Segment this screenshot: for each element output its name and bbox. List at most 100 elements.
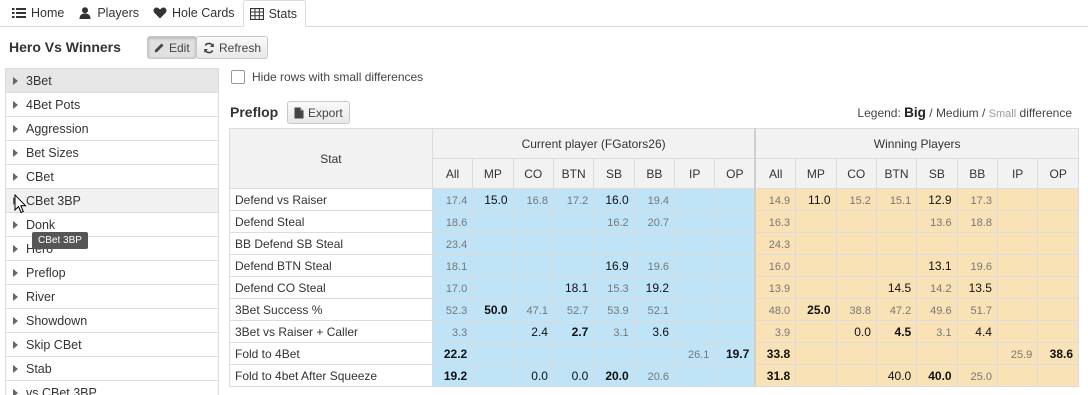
current-column-header-op[interactable]: OP: [714, 158, 756, 189]
sidebar-item-skip-cbet[interactable]: Skip CBet: [6, 333, 218, 357]
current-player-cell: [472, 364, 514, 387]
sidebar-item-aggression[interactable]: Aggression: [6, 117, 218, 141]
current-player-cell: [512, 210, 554, 233]
tab-players[interactable]: Players: [72, 0, 147, 26]
sidebar-item-showdown[interactable]: Showdown: [6, 309, 218, 333]
expand-caret-icon: [13, 124, 18, 133]
stat-name-cell: Fold to 4bet After Squeeze: [229, 364, 433, 387]
stat-value: 0.0: [571, 368, 589, 383]
winning-players-cell: [996, 232, 1039, 255]
current-player-cell: 2.7: [552, 320, 595, 343]
tab-stats[interactable]: Stats: [242, 0, 307, 27]
current-player-cell: [593, 232, 635, 255]
tab-home[interactable]: Home: [6, 0, 72, 26]
stat-value: 47.2: [889, 304, 912, 317]
stat-value: 40.0: [887, 368, 912, 383]
winning-players-cell: [1037, 320, 1079, 343]
stat-value: 49.6: [930, 304, 952, 317]
export-button[interactable]: Export: [287, 101, 350, 124]
winning-players-cell: [996, 364, 1039, 387]
winning-players-cell: 47.2: [875, 298, 918, 321]
sidebar-item-bet-sizes[interactable]: Bet Sizes: [6, 141, 218, 165]
winning-players-cell: 40.0: [875, 364, 918, 387]
current-player-cell: [552, 254, 595, 277]
stat-value: 3.3: [451, 326, 468, 339]
current-player-cell: [552, 232, 595, 255]
stats-table-body: Defend vs Raiser 17.4 15.0 16.8 17.2 16.0 19.4…: [229, 188, 1079, 387]
winning-column-header-ip[interactable]: IP: [996, 158, 1039, 189]
stat-value: 0.0: [531, 368, 548, 383]
winning-players-cell: [795, 342, 837, 365]
winning-column-header-btn[interactable]: BTN: [875, 158, 918, 189]
sidebar-item-stab[interactable]: Stab: [6, 357, 218, 381]
hide-small-diff-checkbox[interactable]: [231, 70, 245, 84]
table-row: 3Bet vs Raiser + Caller 3.3 2.4 2.7 3.1 3.6 3.…: [229, 320, 1079, 343]
sidebar-item-vs-cbet-3bp[interactable]: vs CBet 3BP: [6, 381, 218, 395]
refresh-icon: [204, 42, 214, 53]
sidebar-item-label: River: [26, 289, 56, 304]
winning-players-cell: [795, 320, 837, 343]
sidebar-item-3bet[interactable]: 3Bet: [6, 69, 218, 93]
current-column-header-mp[interactable]: MP: [472, 158, 514, 189]
winning-column-header-sb[interactable]: SB: [916, 158, 958, 189]
refresh-button[interactable]: Refresh: [196, 36, 269, 59]
stat-value: 19.2: [645, 280, 670, 295]
winning-column-header-bb[interactable]: BB: [956, 158, 998, 189]
winning-players-cell: [835, 232, 877, 255]
list-icon: [12, 8, 26, 18]
current-player-cell: [674, 364, 716, 387]
winning-column-header-op[interactable]: OP: [1037, 158, 1079, 189]
current-column-header-all[interactable]: All: [431, 158, 474, 189]
stat-value: 33.8: [766, 346, 791, 361]
winning-players-cell: 25.0: [795, 298, 837, 321]
winning-column-header-co[interactable]: CO: [835, 158, 877, 189]
stat-value: 17.3: [970, 194, 992, 207]
winning-players-cell: 38.8: [835, 298, 877, 321]
table-row: Defend BTN Steal 18.1 16.9 19.6 16.0 13.1 19.6: [229, 254, 1079, 277]
winning-players-cell: 33.8: [754, 342, 797, 365]
sidebar-item-preflop[interactable]: Preflop: [6, 261, 218, 285]
stat-name-cell: BB Defend SB Steal: [229, 232, 433, 255]
current-player-cell: [714, 298, 756, 321]
winning-column-header-mp[interactable]: MP: [795, 158, 837, 189]
winning-players-cell: [916, 232, 958, 255]
pencil-icon: [154, 43, 164, 53]
current-player-cell: [674, 188, 716, 211]
winning-players-cell: [875, 210, 918, 233]
current-column-header-bb[interactable]: BB: [633, 158, 676, 189]
current-column-header-ip[interactable]: IP: [674, 158, 716, 189]
stat-value: 40.0: [928, 368, 952, 383]
winning-players-cell: [875, 232, 918, 255]
winning-column-header-all[interactable]: All: [754, 158, 797, 189]
stat-value: 25.0: [970, 370, 992, 383]
winning-players-cell: 3.9: [754, 320, 797, 343]
edit-button[interactable]: Edit: [147, 36, 197, 59]
current-column-header-co[interactable]: CO: [512, 158, 554, 189]
current-player-cell: 16.0: [593, 188, 635, 211]
sidebar-item-cbet[interactable]: CBet: [6, 165, 218, 189]
stat-name-cell: Defend CO Steal: [229, 276, 433, 299]
legend-small: Small: [988, 108, 1017, 120]
table-icon: [249, 7, 264, 20]
sidebar-item-river[interactable]: River: [6, 285, 218, 309]
heart-icon: [153, 7, 167, 19]
expand-caret-icon: [13, 76, 18, 85]
sidebar-item-4bet-pots[interactable]: 4Bet Pots: [6, 93, 218, 117]
current-player-cell: [472, 320, 514, 343]
current-player-cell: [552, 210, 595, 233]
hide-small-diff-toggle[interactable]: Hide rows with small differences: [231, 70, 423, 84]
export-button-label: Export: [308, 105, 343, 120]
current-player-cell: 20.7: [633, 210, 676, 233]
tooltip: CBet 3BP: [32, 232, 88, 249]
current-column-header-sb[interactable]: SB: [593, 158, 635, 189]
tab-hole-cards[interactable]: Hole Cards: [147, 0, 243, 26]
stat-value: 4.4: [975, 324, 992, 339]
current-column-header-btn[interactable]: BTN: [552, 158, 595, 189]
winning-players-cell: [795, 232, 837, 255]
stat-value: 52.7: [566, 304, 589, 317]
winning-players-cell: [835, 254, 877, 277]
winning-players-cell: 17.3: [956, 188, 998, 211]
section-title: Preflop: [230, 104, 279, 120]
sidebar-item-cbet-3bp[interactable]: CBet 3BP: [6, 189, 218, 213]
winning-players-cell: [875, 254, 918, 277]
